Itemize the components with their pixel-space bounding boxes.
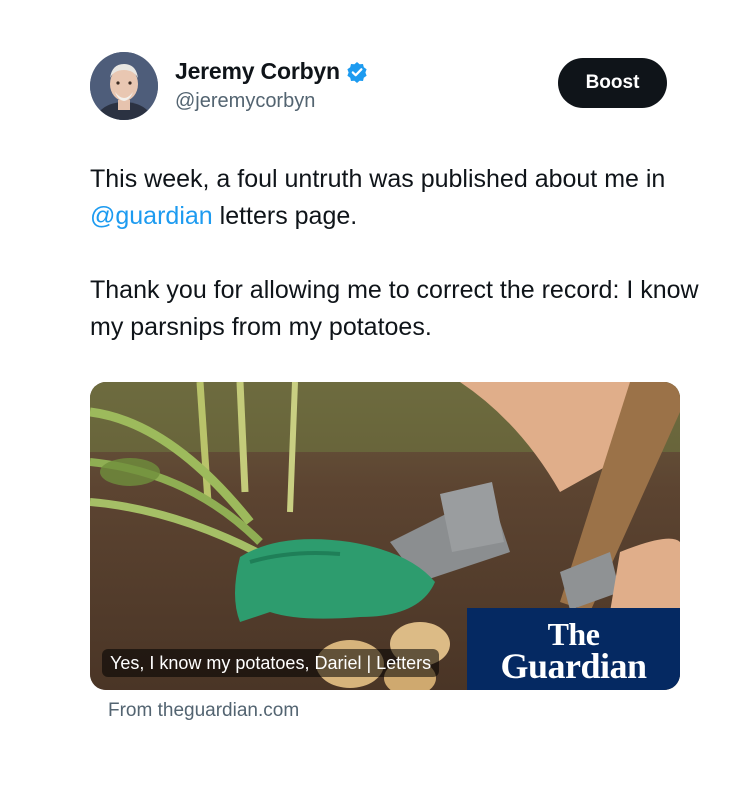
logo-line-2: Guardian <box>500 646 647 686</box>
card-headline: Yes, I know my potatoes, Dariel | Letter… <box>102 649 440 677</box>
tweet-text-segment: This week, a foul untruth was published … <box>90 165 666 193</box>
author-name-row: Jeremy Corbyn <box>175 58 368 85</box>
tweet-text: This week, a foul untruth was published … <box>90 161 710 346</box>
author-handle[interactable]: @jeremycorbyn <box>175 90 315 113</box>
guardian-logo: The Guardian <box>467 608 680 690</box>
boost-button[interactable]: Boost <box>558 58 667 108</box>
tweet-paragraph-2: Thank you for allowing me to correct the… <box>90 276 699 341</box>
avatar[interactable] <box>90 52 158 120</box>
link-preview-card[interactable]: Yes, I know my potatoes, Dariel | Letter… <box>90 382 680 690</box>
tweet-text-segment: letters page. <box>212 202 358 230</box>
author-display-name[interactable]: Jeremy Corbyn <box>175 58 340 85</box>
card-source-domain[interactable]: From theguardian.com <box>108 700 299 722</box>
tweet-paragraph-1: This week, a foul untruth was published … <box>90 161 710 235</box>
mention-link[interactable]: @guardian <box>90 202 213 230</box>
logo-line-1: The <box>547 616 600 652</box>
profile-photo <box>90 52 158 120</box>
verified-badge-icon <box>346 61 368 83</box>
